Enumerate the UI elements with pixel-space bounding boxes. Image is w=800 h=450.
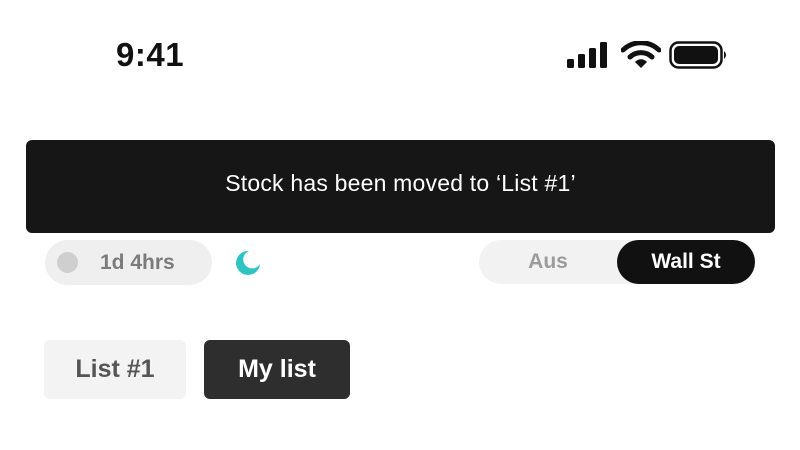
status-bar: 9:41 <box>0 0 800 100</box>
status-dot-icon <box>57 252 78 273</box>
market-timer-label: 1d 4hrs <box>100 250 175 274</box>
market-option-aus[interactable]: Aus <box>479 240 617 284</box>
market-option-wall-st[interactable]: Wall St <box>617 240 755 284</box>
list-tab-list-1[interactable]: List #1 <box>44 340 186 399</box>
cellular-signal-icon <box>567 42 607 68</box>
battery-icon <box>669 41 726 69</box>
market-timer-pill: 1d 4hrs <box>45 240 212 285</box>
toast-message: Stock has been moved to ‘List #1’ <box>225 170 576 196</box>
status-time: 9:41 <box>116 36 185 73</box>
status-icons <box>566 38 729 72</box>
wifi-icon <box>621 41 661 68</box>
market-toggle: Aus Wall St <box>479 240 755 284</box>
toast-notification: Stock has been moved to ‘List #1’ <box>26 140 775 233</box>
list-tab-my-list[interactable]: My list <box>204 340 350 399</box>
moon-icon <box>236 250 260 275</box>
